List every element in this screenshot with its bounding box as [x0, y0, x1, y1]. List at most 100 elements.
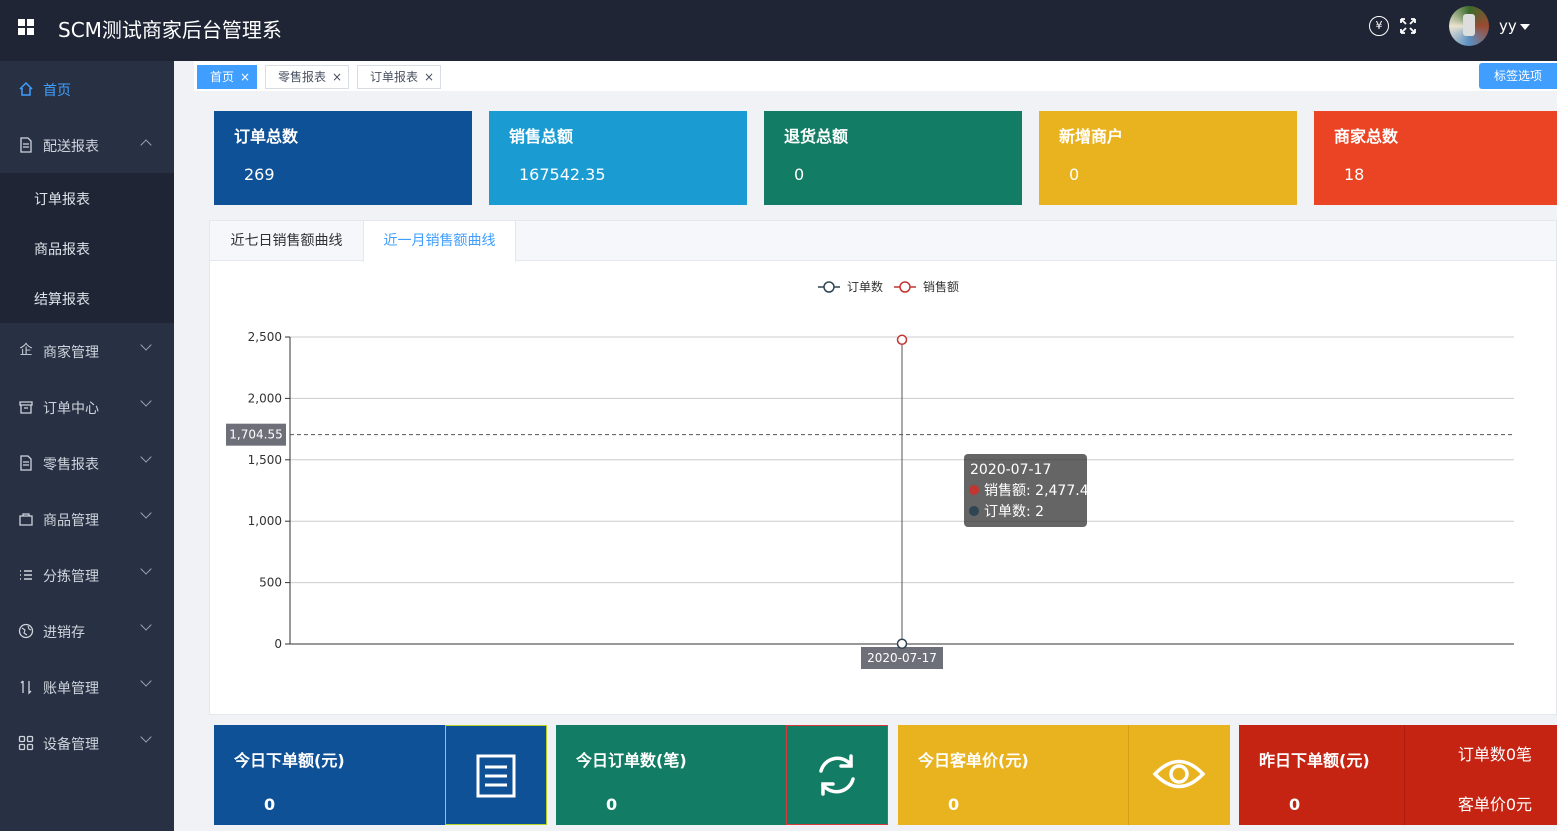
sidebar-item-label: 分拣管理 — [43, 569, 99, 585]
tag-home[interactable]: 首页 × — [197, 65, 257, 89]
tooltip-line: 销售额: 2,477.4 — [984, 483, 1089, 499]
stat-value: 0 — [1069, 165, 1080, 184]
stat-title: 销售总额 — [509, 127, 574, 146]
sidebar-item-merchant[interactable]: 企 商家管理 — [0, 323, 174, 379]
stat-value: 18 — [1344, 165, 1365, 184]
y-tick-label: 2,000 — [248, 391, 282, 405]
tooltip-marker — [969, 506, 979, 516]
y-tick-label: 2,500 — [248, 330, 282, 344]
tooltip-marker — [969, 485, 979, 495]
chevron-down-icon — [140, 339, 152, 351]
chevron-down-icon — [140, 563, 152, 575]
sidebar: 首页 配送报表 订单报表 商品报表 结算报表 企 商家管理 订单中心 零售报表 — [0, 61, 174, 831]
document-icon — [18, 137, 34, 153]
sidebar-item-billing[interactable]: 账单管理 — [0, 659, 174, 715]
axis-pointer-x-label: 2020-07-17 — [867, 651, 937, 665]
sidebar-item-label: 首页 — [43, 83, 71, 99]
chevron-down-icon — [140, 451, 152, 463]
sidebar-item-label: 商家管理 — [43, 345, 99, 361]
chevron-down-icon — [140, 731, 152, 743]
chevron-down-icon — [140, 507, 152, 519]
globe-icon — [18, 623, 34, 639]
sidebar-item-label: 订单中心 — [43, 401, 99, 417]
submenu-item-product-report[interactable]: 商品报表 — [0, 223, 174, 273]
stat-title: 新增商户 — [1059, 127, 1124, 146]
chevron-down-icon — [140, 675, 152, 687]
stat-card-new-merchants: 新增商户 0 — [1039, 111, 1297, 205]
sidebar-item-label: 商品管理 — [43, 513, 99, 529]
stat-value: 0 — [794, 165, 805, 184]
caret-down-icon[interactable] — [1520, 24, 1530, 30]
widget-value: 0 — [948, 795, 960, 814]
home-icon — [18, 81, 34, 97]
sidebar-item-inventory[interactable]: 进销存 — [0, 603, 174, 659]
chart-panel: 近七日销售额曲线 近一月销售额曲线 订单数 销售额 0 500 1,000 1,500 2,… — [209, 220, 1557, 715]
tab-options-button[interactable]: 标签选项 — [1479, 63, 1557, 89]
sidebar-item-label: 账单管理 — [43, 681, 99, 697]
box-icon — [18, 399, 34, 415]
sidebar-item-order-center[interactable]: 订单中心 — [0, 379, 174, 435]
close-icon[interactable]: × — [332, 66, 342, 88]
sidebar-item-product[interactable]: 商品管理 — [0, 491, 174, 547]
legend-marker — [823, 281, 835, 293]
sidebar-item-delivery-report[interactable]: 配送报表 — [0, 117, 174, 173]
tooltip-line: 订单数: 2 — [984, 504, 1044, 520]
grid-icon[interactable] — [18, 19, 34, 35]
stat-value: 167542.35 — [519, 165, 606, 184]
widget-today-amount: 今日下单额(元) 0 — [214, 725, 547, 825]
stat-card-merchants: 商家总数 18 — [1314, 111, 1557, 205]
y-tick-label: 0 — [274, 637, 282, 651]
yesterday-avg-price: 客单价0元 — [1457, 795, 1532, 814]
tag-retail-report[interactable]: 零售报表 × — [265, 65, 349, 89]
tag-order-report[interactable]: 订单报表 × — [357, 65, 441, 89]
submenu-item-settlement-report[interactable]: 结算报表 — [0, 273, 174, 323]
stat-card-returns: 退货总额 0 — [764, 111, 1022, 205]
sort-icon — [18, 679, 34, 695]
stat-card-orders: 订单总数 269 — [214, 111, 472, 205]
sidebar-item-home[interactable]: 首页 — [0, 61, 174, 117]
username[interactable]: yy — [1499, 17, 1517, 35]
tag-bar: 首页 × 零售报表 × 订单报表 × — [194, 61, 1557, 91]
widget-value: 0 — [606, 795, 618, 814]
submenu-item-order-report[interactable]: 订单报表 — [0, 173, 174, 223]
apps-icon — [18, 735, 34, 751]
widget-today-orders: 今日订单数(笔) 0 — [556, 725, 888, 825]
sidebar-item-label: 配送报表 — [43, 139, 99, 155]
refresh-icon — [786, 725, 888, 825]
legend-item[interactable]: 销售额 — [894, 279, 959, 294]
close-icon[interactable]: × — [240, 66, 250, 88]
sales-line-chart: 订单数 销售额 0 500 1,000 1,500 2,000 2,500 1,704.55 20… — [226, 279, 1514, 669]
sidebar-item-retail-report[interactable]: 零售报表 — [0, 435, 174, 491]
avatar[interactable] — [1449, 6, 1489, 46]
document-icon — [18, 455, 34, 471]
widget-yesterday-amount: 昨日下单额(元) 0 订单数0笔 客单价0元 — [1239, 725, 1557, 825]
legend-label: 销售额 — [923, 279, 959, 294]
close-icon[interactable]: × — [424, 66, 434, 88]
widget-value: 0 — [264, 795, 276, 814]
sidebar-item-devices[interactable]: 设备管理 — [0, 715, 174, 771]
eye-icon — [1128, 725, 1230, 825]
y-tick-label: 500 — [259, 576, 282, 590]
chevron-up-icon — [140, 139, 152, 151]
widget-today-avg-price: 今日客单价(元) 0 — [898, 725, 1230, 825]
sidebar-item-label: 设备管理 — [43, 737, 99, 753]
stat-title: 订单总数 — [234, 127, 299, 146]
fullscreen-icon[interactable] — [1398, 16, 1418, 36]
submenu: 订单报表 商品报表 结算报表 — [0, 173, 174, 323]
axis-pointer-y-label: 1,704.55 — [229, 428, 282, 442]
document-icon — [445, 725, 547, 825]
widget-title: 昨日下单额(元) — [1259, 751, 1370, 770]
sidebar-item-sorting[interactable]: 分拣管理 — [0, 547, 174, 603]
legend-item[interactable]: 订单数 — [818, 279, 883, 294]
stat-title: 商家总数 — [1334, 127, 1399, 146]
tooltip-title: 2020-07-17 — [970, 462, 1051, 478]
stat-card-sales: 销售总额 167542.35 — [489, 111, 747, 205]
stat-value: 269 — [244, 165, 275, 184]
widget-divider — [1404, 725, 1405, 825]
legend-label: 订单数 — [847, 279, 883, 294]
yesterday-order-count: 订单数0笔 — [1457, 745, 1532, 764]
y-tick-label: 1,000 — [248, 514, 282, 528]
widget-title: 今日订单数(笔) — [576, 751, 687, 770]
yen-icon[interactable]: ¥ — [1369, 16, 1389, 36]
y-tick-label: 1,500 — [248, 453, 282, 467]
